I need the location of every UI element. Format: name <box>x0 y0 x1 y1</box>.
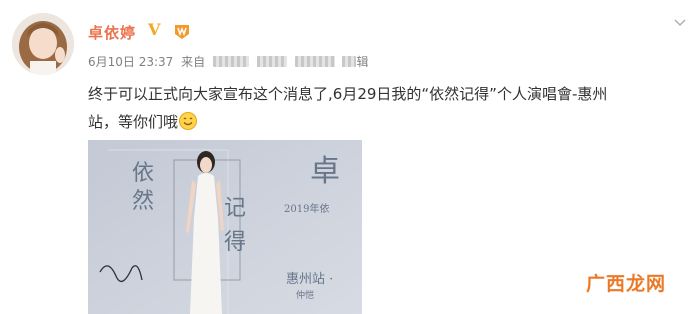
blurred-source <box>342 56 357 67</box>
smile-emoji-icon <box>178 111 198 131</box>
post-date[interactable]: 6月10日 23:37 <box>88 55 173 69</box>
post-meta: 6月10日 23:37 来自 辑 <box>88 53 372 70</box>
chevron-down-icon[interactable] <box>674 12 686 27</box>
member-badge-icon[interactable] <box>172 22 192 40</box>
username[interactable]: 卓依婷 <box>88 22 136 43</box>
post-text-line: 终于可以正式向大家宣布这个消息了,6月29日我的“依然记得”个人演唱會-惠州 <box>88 85 608 103</box>
edited-label[interactable]: 辑 <box>356 55 368 69</box>
photo-sub-line: 仲恺 <box>296 291 315 301</box>
avatar[interactable] <box>12 13 74 75</box>
verified-v-icon: V <box>148 20 161 39</box>
photo-year-line: 2019年依 <box>284 204 330 215</box>
post-source-prefix: 来自 <box>181 55 206 69</box>
photo-vertical-text-left: 依然 <box>132 161 155 214</box>
post-text-line: 站，等你们哦 <box>88 113 179 131</box>
post-text-line-2: 站，等你们哦 <box>88 108 688 136</box>
post-photo[interactable]: 卓 依然 记得 2019年依 惠州站 · 仲恺 <box>88 140 362 314</box>
blurred-source <box>212 56 249 67</box>
photo-title-char: 卓 <box>310 154 340 189</box>
site-watermark: 广西龙网 <box>585 273 666 295</box>
blurred-source <box>294 56 335 67</box>
post-text: 终于可以正式向大家宣布这个消息了,6月29日我的“依然记得”个人演唱會-惠州 站… <box>88 80 688 136</box>
photo-location: 惠州站 · <box>286 272 334 287</box>
blurred-source <box>256 56 287 67</box>
photo-vertical-text-right: 记得 <box>224 196 247 255</box>
